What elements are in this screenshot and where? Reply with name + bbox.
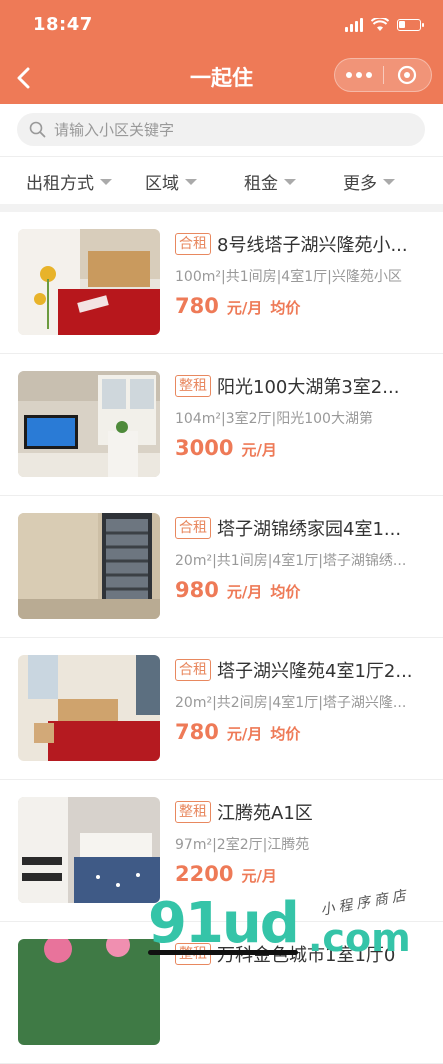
filter-label: 租金 <box>244 174 278 194</box>
target-circle-icon <box>398 65 417 85</box>
triangle-down-icon <box>100 178 112 185</box>
listing-title: 江腾苑A1区 <box>217 803 313 824</box>
status-icons <box>345 18 424 32</box>
price-unit: 元/月 <box>226 299 263 317</box>
search-icon <box>29 121 46 138</box>
search-input[interactable]: 请输入小区关键字 <box>17 113 425 146</box>
more-button[interactable] <box>335 59 383 91</box>
close-miniprogram-button[interactable] <box>384 59 432 91</box>
filter-more[interactable]: 更多 <box>343 169 395 194</box>
listing-item[interactable]: 合租 8号线塔子湖兴隆苑小... 100m²|共1间房|4室1厅|兴隆苑小区 7… <box>0 212 443 354</box>
section-divider <box>0 204 443 212</box>
watermark-subtitle: 小程序商店 <box>319 887 411 919</box>
listing-title: 塔子湖锦绣家园4室1... <box>217 519 402 540</box>
price-average-label: 均价 <box>270 299 301 317</box>
listing-title: 阳光100大湖第3室2... <box>217 377 400 398</box>
miniprogram-capsule <box>334 58 432 92</box>
listing-details: 20m²|共1间房|4室1厅|塔子湖锦绣... <box>175 553 407 569</box>
rent-type-tag: 整租 <box>175 801 211 823</box>
price-average-label: 均价 <box>270 725 301 743</box>
listing-photo <box>18 797 160 903</box>
price-unit: 元/月 <box>226 725 263 743</box>
listing-details: 104m²|3室2厅|阳光100大湖第 <box>175 411 373 427</box>
rent-type-tag: 合租 <box>175 233 211 255</box>
listing-item[interactable]: 合租 塔子湖锦绣家园4室1... 20m²|共1间房|4室1厅|塔子湖锦绣...… <box>0 496 443 638</box>
listing-price: 780 <box>175 294 219 318</box>
watermark-domain: .com <box>308 916 411 960</box>
listing-details: 100m²|共1间房|4室1厅|兴隆苑小区 <box>175 269 402 285</box>
price-unit: 元/月 <box>241 441 277 459</box>
filter-area[interactable]: 区域 <box>145 169 197 194</box>
listing-item[interactable]: 整租 阳光100大湖第3室2... 104m²|3室2厅|阳光100大湖第 30… <box>0 354 443 496</box>
filter-bar: 出租方式 区域 租金 更多 <box>0 156 443 205</box>
wifi-icon <box>371 18 389 31</box>
listing-title: 8号线塔子湖兴隆苑小... <box>217 235 408 256</box>
rent-type-tag: 整租 <box>175 375 211 397</box>
listing-photo <box>18 229 160 335</box>
app-header: 18:47 一起住 <box>0 0 443 104</box>
search-bar-container: 请输入小区关键字 <box>0 104 443 156</box>
battery-icon <box>397 19 424 31</box>
status-time: 18:47 <box>33 14 93 35</box>
triangle-down-icon <box>383 178 395 185</box>
triangle-down-icon <box>185 178 197 185</box>
price-unit: 元/月 <box>226 583 263 601</box>
rent-type-tag: 合租 <box>175 659 211 681</box>
signal-icon <box>345 18 363 32</box>
home-indicator <box>148 950 298 955</box>
listing-title: 塔子湖兴隆苑4室1厅2... <box>217 661 413 682</box>
listing-price: 2200 <box>175 862 234 886</box>
filter-rent[interactable]: 租金 <box>244 169 296 194</box>
listing-price: 980 <box>175 578 219 602</box>
rent-type-tag: 合租 <box>175 517 211 539</box>
filter-label: 区域 <box>145 174 179 194</box>
listing-details: 20m²|共2间房|4室1厅|塔子湖兴隆... <box>175 695 407 711</box>
listing-price: 3000 <box>175 436 234 460</box>
search-placeholder: 请输入小区关键字 <box>54 121 175 139</box>
listing-details: 97m²|2室2厅|江腾苑 <box>175 837 310 853</box>
filter-rent-type[interactable]: 出租方式 <box>26 169 112 194</box>
watermark-brand: 91ud <box>148 891 300 956</box>
price-unit: 元/月 <box>241 867 277 885</box>
filter-label: 出租方式 <box>26 174 94 194</box>
listing-photo <box>18 655 160 761</box>
price-average-label: 均价 <box>270 583 301 601</box>
filter-label: 更多 <box>343 174 377 194</box>
listing-price: 780 <box>175 720 219 744</box>
listing-photo <box>18 513 160 619</box>
listing-item[interactable]: 合租 塔子湖兴隆苑4室1厅2... 20m²|共2间房|4室1厅|塔子湖兴隆..… <box>0 638 443 780</box>
listing-photo <box>18 371 160 477</box>
triangle-down-icon <box>284 178 296 185</box>
more-dots-icon <box>345 72 352 78</box>
listing-photo <box>18 939 160 1045</box>
